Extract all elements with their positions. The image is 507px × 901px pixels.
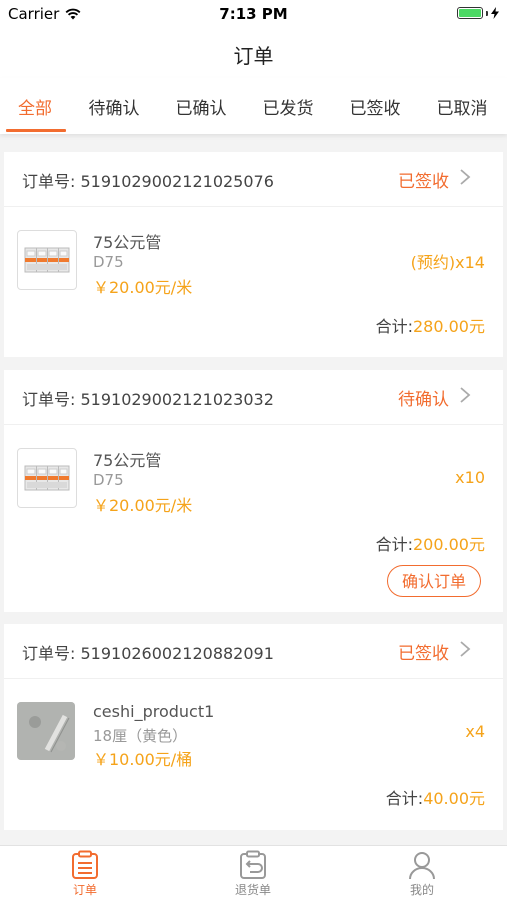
order-status: 待确认: [398, 390, 449, 410]
chevron-right-icon[interactable]: [455, 167, 475, 187]
tabbar-item-profile[interactable]: 我的: [382, 850, 462, 898]
order-card[interactable]: 订单号: 5191026002120882091 已签收 ceshi_produ…: [4, 624, 503, 830]
return-icon: [240, 850, 266, 879]
chevron-right-icon[interactable]: [455, 639, 475, 659]
tabbar-item-orders[interactable]: 订单: [45, 850, 125, 898]
order-header[interactable]: 订单号: 5191029002121025076 已签收: [4, 152, 503, 207]
nav-bar: 订单: [0, 28, 507, 78]
page-title: 订单: [233, 44, 274, 68]
order-status: 已签收: [398, 172, 449, 192]
total-label: 合计:: [375, 317, 413, 336]
product-name: ceshi_product1: [93, 702, 215, 721]
order-card[interactable]: 订单号: 5191029002121023032 待确认 75公元管 D75 ￥…: [4, 370, 503, 612]
total-amount: 40.00元: [423, 789, 485, 808]
order-number: 订单号: 5191026002120882091: [22, 644, 274, 663]
total-amount: 200.00元: [413, 535, 485, 554]
total-amount: 280.00元: [413, 317, 485, 336]
circuit-breaker-icon[interactable]: [17, 448, 77, 508]
order-card[interactable]: 订单号: 5191029002121025076 已签收 75公元管 D75 ￥…: [4, 152, 503, 357]
battery-icon: [457, 7, 499, 19]
product-quantity: (预约)x14: [410, 253, 485, 272]
product-quantity: x10: [455, 468, 485, 487]
order-number: 订单号: 5191029002121025076: [22, 172, 274, 191]
order-status: 已签收: [398, 644, 449, 664]
product-spec: D75: [93, 253, 124, 271]
product-price: ￥20.00元/米: [93, 496, 193, 515]
product-quantity: x4: [465, 722, 485, 741]
order-header[interactable]: 订单号: 5191026002120882091 已签收: [4, 624, 503, 679]
product-price: ￥10.00元/桶: [93, 750, 193, 769]
product-name: 75公元管: [93, 451, 162, 470]
product-name: 75公元管: [93, 233, 162, 252]
order-total: 合计:200.00元: [376, 531, 485, 555]
tab-pending[interactable]: 待确认: [79, 94, 149, 119]
total-label: 合计:: [385, 789, 424, 808]
order-header[interactable]: 订单号: 5191029002121023032 待确认: [4, 370, 503, 425]
status-time: 7:13 PM: [219, 5, 288, 23]
total-label: 合计:: [375, 535, 413, 554]
product-spec: 18厘（黄色）: [93, 727, 188, 745]
bottom-tab-bar: 订单 退货单 我的: [0, 845, 507, 901]
product-spec: D75: [93, 471, 124, 489]
order-number: 订单号: 5191029002121023032: [22, 390, 274, 409]
tab-received[interactable]: 已签收: [340, 94, 410, 119]
status-bar: Carrier 7:13 PM: [0, 0, 507, 28]
chevron-right-icon[interactable]: [455, 385, 475, 405]
circuit-breaker-icon[interactable]: [17, 230, 77, 290]
clipboard-icon: [72, 850, 98, 879]
product-price: ￥20.00元/米: [93, 278, 193, 297]
charging-bolt-icon: [491, 7, 499, 19]
tabbar-label: 我的: [409, 883, 434, 897]
order-total: 合计:280.00元: [376, 313, 485, 337]
active-tab-indicator: [6, 129, 66, 132]
tab-shipped[interactable]: 已发货: [253, 94, 323, 119]
tabbar-label: 退货单: [234, 883, 271, 897]
tabbar-label: 订单: [72, 883, 97, 897]
user-icon: [409, 852, 435, 880]
confirm-order-button[interactable]: 确认订单: [387, 565, 481, 597]
tab-all[interactable]: 全部: [0, 94, 70, 119]
product-photo[interactable]: [17, 702, 75, 760]
tabbar-item-returns[interactable]: 退货单: [213, 850, 293, 898]
order-filter-tabs: 全部 待确认 已确认 已发货 已签收 已取消: [0, 78, 507, 134]
tab-confirmed[interactable]: 已确认: [166, 94, 236, 119]
tab-cancelled[interactable]: 已取消: [427, 94, 497, 119]
order-total: 合计:40.00元: [386, 785, 485, 809]
